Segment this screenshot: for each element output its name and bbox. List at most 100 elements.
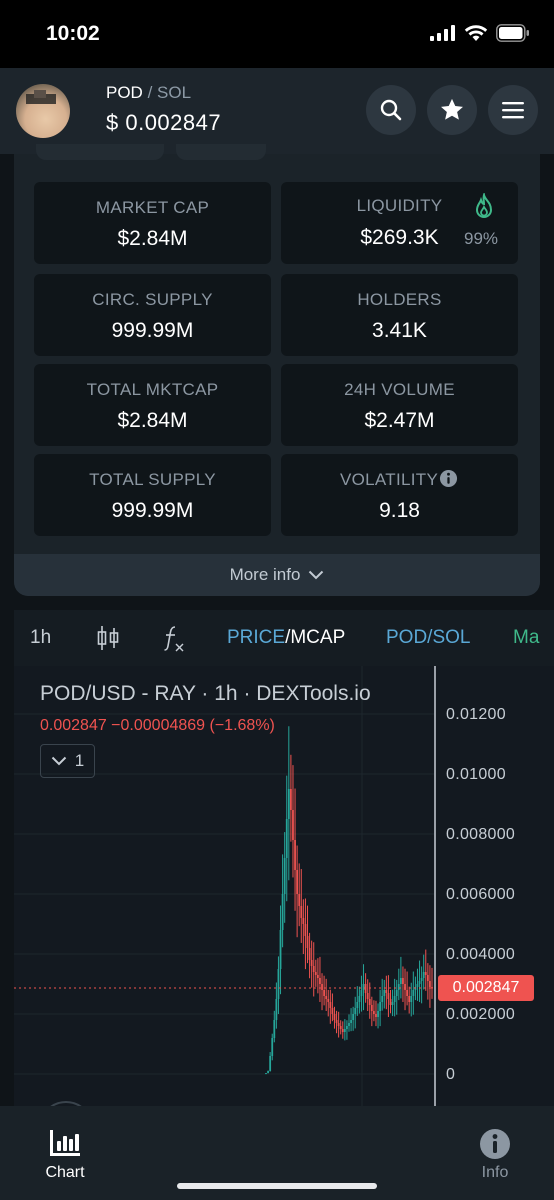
- last-price-tag: 0.002847: [438, 975, 534, 1001]
- stat-value: 3.41K: [372, 319, 427, 342]
- candle-body: [397, 984, 400, 990]
- candle-body: [308, 948, 311, 960]
- token-price: $ 0.002847: [106, 110, 222, 135]
- mcap-option[interactable]: /MCAP: [285, 627, 345, 648]
- candle-body: [306, 936, 309, 948]
- menu-button[interactable]: [488, 85, 538, 135]
- candle-body: [370, 1005, 373, 1011]
- price-mcap-toggle[interactable]: PRICE/MCAP: [227, 627, 345, 649]
- nav-chart[interactable]: Chart: [25, 1128, 105, 1182]
- search-button[interactable]: [366, 85, 416, 135]
- candle-body: [356, 1002, 359, 1008]
- y-axis-tick: 0.006000: [446, 886, 516, 903]
- stat-value: $2.84M: [117, 409, 188, 432]
- candle-body: [358, 996, 361, 1002]
- pair-toggle[interactable]: POD/SOL: [386, 627, 470, 649]
- candle-body: [292, 810, 294, 840]
- y-axis-tick: 0.008000: [446, 826, 516, 843]
- candle-body: [416, 984, 419, 987]
- favorite-button[interactable]: [427, 85, 477, 135]
- scrolled-tag: [36, 144, 164, 160]
- candle-body: [360, 990, 363, 996]
- status-time: 10:02: [46, 22, 100, 45]
- search-icon: [380, 99, 402, 121]
- scrolled-tag: [176, 144, 266, 160]
- candles-icon[interactable]: [96, 624, 120, 652]
- candle-body: [339, 1026, 342, 1029]
- candle-body: [314, 972, 317, 975]
- candle-body: [373, 1011, 375, 1014]
- candle-body: [302, 918, 305, 924]
- candle-body: [379, 1002, 382, 1011]
- info-icon: [480, 1129, 510, 1159]
- candle-body: [402, 978, 404, 984]
- bar-chart-icon: [50, 1130, 80, 1156]
- stat-value: $2.84M: [117, 227, 188, 250]
- indicators-icon[interactable]: [162, 624, 186, 654]
- price-chart[interactable]: POD/USD - RAY · 1h · DEXTools.io 0.00284…: [14, 666, 554, 1106]
- candle-body: [325, 996, 328, 999]
- nav-info[interactable]: Info: [455, 1128, 535, 1182]
- flame-icon[interactable]: [472, 193, 496, 221]
- candle-body: [290, 789, 292, 810]
- candle-body: [426, 975, 429, 981]
- candle-body: [321, 984, 323, 990]
- candle-body: [279, 930, 282, 969]
- stat-total-supply: TOTAL SUPPLY 999.99M: [34, 454, 271, 536]
- candle-body: [341, 1029, 344, 1032]
- battery-icon: [496, 24, 529, 42]
- candle-body: [393, 996, 396, 1002]
- y-axis-tick: 0: [446, 1066, 456, 1083]
- candle-body: [319, 978, 321, 984]
- interval-selector[interactable]: 1h: [30, 627, 51, 649]
- pair-separator: /: [147, 83, 153, 102]
- candle-body: [337, 1023, 340, 1026]
- candle-body: [410, 996, 413, 1002]
- price-option[interactable]: PRICE: [227, 627, 285, 648]
- stat-label: MARKET CAP: [95, 198, 210, 217]
- candle-body: [366, 993, 369, 999]
- candle-body: [273, 1020, 276, 1038]
- y-axis-tick: 0.002000: [446, 1006, 516, 1023]
- chevron-down-icon: [51, 756, 66, 766]
- candle-body: [312, 966, 315, 972]
- candle-body: [346, 1026, 348, 1029]
- quote-symbol[interactable]: SOL: [157, 83, 191, 102]
- candle-body: [277, 969, 280, 999]
- candle-body: [298, 894, 301, 906]
- stat-volatility: VOLATILITY 9.18: [281, 454, 518, 536]
- chart-title: POD/USD - RAY · 1h · DEXTools.io: [40, 682, 371, 705]
- stat-value: $2.47M: [364, 409, 435, 432]
- token-avatar: [16, 84, 70, 138]
- status-icons: [430, 24, 530, 42]
- liquidity-badge: 99%: [464, 229, 499, 248]
- stat-label: TOTAL SUPPLY: [89, 470, 216, 489]
- candle-body: [404, 984, 406, 990]
- stat-holders[interactable]: HOLDERS 3.41K: [281, 274, 518, 356]
- more-info-button[interactable]: More info: [14, 554, 540, 596]
- stat-circ-supply: CIRC. SUPPLY 999.99M: [34, 274, 271, 356]
- y-axis-tick: 0.01000: [446, 766, 506, 783]
- stat-label: CIRC. SUPPLY: [92, 290, 213, 309]
- candle-body: [271, 1038, 274, 1056]
- stat-value: 9.18: [379, 499, 420, 522]
- candle-body: [265, 1073, 267, 1075]
- wifi-icon: [464, 25, 488, 41]
- candle-body: [335, 1020, 338, 1023]
- chart-toolbar: 1h PRICE/MCAP POD/SOL Ma: [14, 610, 554, 666]
- candle-body: [287, 789, 290, 819]
- candle-body: [275, 999, 278, 1020]
- candle-body: [375, 1014, 377, 1017]
- toolbar-more-tab[interactable]: Ma: [513, 627, 539, 649]
- candle-body: [283, 858, 286, 894]
- candle-body: [296, 870, 299, 894]
- home-indicator: [177, 1183, 377, 1189]
- candle-body: [267, 1071, 269, 1074]
- candle-body: [294, 840, 296, 870]
- info-icon[interactable]: [439, 469, 458, 488]
- star-icon: [441, 98, 463, 120]
- chevron-down-icon: [309, 570, 324, 580]
- candle-body: [362, 984, 365, 990]
- indicator-collapse-button[interactable]: 1: [40, 744, 95, 778]
- candle-body: [304, 924, 307, 936]
